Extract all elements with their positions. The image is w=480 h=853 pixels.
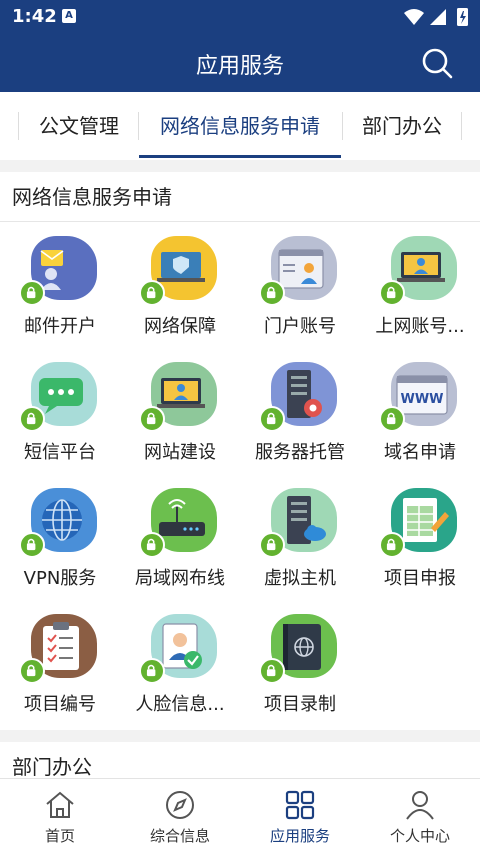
service-tile[interactable]: 局域网布线 <box>120 474 240 600</box>
active-tab-indicator <box>139 155 341 158</box>
cell-signal-icon <box>430 9 446 25</box>
category-tabs: ~ 公文管理 网络信息服务申请 部门办公 <box>0 92 480 160</box>
service-tile[interactable]: 短信平台 <box>0 348 120 474</box>
lock-icon <box>19 658 45 684</box>
app-bar: 应用服务 <box>0 34 480 92</box>
service-icon-wrap <box>259 488 337 558</box>
service-tile[interactable]: 项目申报 <box>360 474 480 600</box>
service-icon-wrap <box>259 614 337 684</box>
notification-a-icon: A <box>62 9 76 23</box>
lock-icon <box>19 406 45 432</box>
section-title-department: 部门办公 <box>0 742 480 778</box>
service-label: 网络保障 <box>144 316 216 337</box>
service-label: VPN服务 <box>23 568 97 589</box>
nav-label: 应用服务 <box>269 827 330 845</box>
service-tile[interactable]: 网站建设 <box>120 348 240 474</box>
service-icon-wrap <box>259 236 337 306</box>
service-icon-wrap <box>19 614 97 684</box>
tab-divider <box>461 112 462 140</box>
grid-icon <box>285 790 315 820</box>
search-icon[interactable] <box>420 46 454 80</box>
user-icon <box>406 791 434 820</box>
lock-icon <box>139 406 165 432</box>
section-title: 网络信息服务申请 <box>0 172 480 222</box>
service-label: 服务器托管 <box>255 442 345 463</box>
lock-icon <box>259 280 285 306</box>
lock-icon <box>19 532 45 558</box>
lock-icon <box>259 532 285 558</box>
lock-icon <box>139 658 165 684</box>
service-tile[interactable]: 服务器托管 <box>240 348 360 474</box>
service-label: 虚拟主机 <box>264 568 336 589</box>
compass-icon <box>166 791 194 819</box>
service-icon-wrap <box>139 614 217 684</box>
tab-divider <box>18 112 19 140</box>
nav-label: 综合信息 <box>149 827 210 845</box>
service-label: 人脸信息... <box>135 694 225 715</box>
service-tile[interactable]: 门户账号 <box>240 222 360 348</box>
service-tile[interactable]: 项目编号 <box>0 600 120 726</box>
bottom-navigation: 首页 综合信息 应用服务 个人中心 <box>0 778 480 853</box>
service-label: 邮件开户 <box>24 316 96 337</box>
service-label: 项目申报 <box>384 568 456 589</box>
service-label: 上网账号... <box>375 316 465 337</box>
service-label: 门户账号 <box>264 316 336 337</box>
nav-home[interactable]: 首页 <box>0 779 120 853</box>
wifi-icon <box>404 9 424 25</box>
service-icon-wrap <box>259 362 337 432</box>
service-icon-wrap <box>19 488 97 558</box>
service-icon-wrap <box>19 362 97 432</box>
lock-icon <box>139 532 165 558</box>
page-title: 应用服务 <box>195 54 284 79</box>
service-icon-wrap: WWW <box>379 362 457 432</box>
nav-label: 个人中心 <box>389 827 450 845</box>
service-tile[interactable]: 网络保障 <box>120 222 240 348</box>
lock-icon <box>379 280 405 306</box>
service-tile[interactable]: VPN服务 <box>0 474 120 600</box>
tab-network-info-service[interactable]: 网络信息服务申请 <box>139 92 341 160</box>
system-status-icons <box>404 8 468 26</box>
lock-icon <box>259 658 285 684</box>
service-tile[interactable]: 项目录制 <box>240 600 360 726</box>
service-label: 项目录制 <box>264 694 336 715</box>
lock-icon <box>259 406 285 432</box>
nav-profile[interactable]: 个人中心 <box>360 779 480 853</box>
status-time: 1:42 <box>12 6 57 27</box>
tab-department-office[interactable]: 部门办公 <box>343 92 461 160</box>
service-section: 网络信息服务申请 邮件开户 网络保障 门户账号 上网账号... 短信平台 网站建设 服务器托… <box>0 172 480 730</box>
service-icon-wrap <box>379 488 457 558</box>
nav-label: 首页 <box>44 827 75 845</box>
service-tile[interactable]: 虚拟主机 <box>240 474 360 600</box>
service-label: 网站建设 <box>144 442 216 463</box>
home-icon <box>46 791 74 818</box>
service-icon-wrap <box>139 488 217 558</box>
service-label: 短信平台 <box>24 442 96 463</box>
service-icon-wrap <box>139 362 217 432</box>
service-label: 域名申请 <box>384 442 456 463</box>
tab-document-management[interactable]: 公文管理 <box>20 92 138 160</box>
service-icon-wrap <box>139 236 217 306</box>
nav-app-services[interactable]: 应用服务 <box>240 779 360 853</box>
department-section: 部门办公 <box>0 742 480 778</box>
service-icon-wrap <box>19 236 97 306</box>
lock-icon <box>19 280 45 306</box>
service-label: 项目编号 <box>24 694 96 715</box>
lock-icon <box>139 280 165 306</box>
service-tile[interactable]: WWW 域名申请 <box>360 348 480 474</box>
service-tile[interactable]: 邮件开户 <box>0 222 120 348</box>
status-bar: 1:42 A <box>0 0 480 34</box>
svg-text:WWW: WWW <box>400 392 443 407</box>
lock-icon <box>379 532 405 558</box>
lock-icon <box>379 406 405 432</box>
service-tile[interactable]: 上网账号... <box>360 222 480 348</box>
service-label: 局域网布线 <box>135 568 225 589</box>
service-icon-wrap <box>379 236 457 306</box>
service-tile[interactable]: 人脸信息... <box>120 600 240 726</box>
nav-info[interactable]: 综合信息 <box>120 779 240 853</box>
